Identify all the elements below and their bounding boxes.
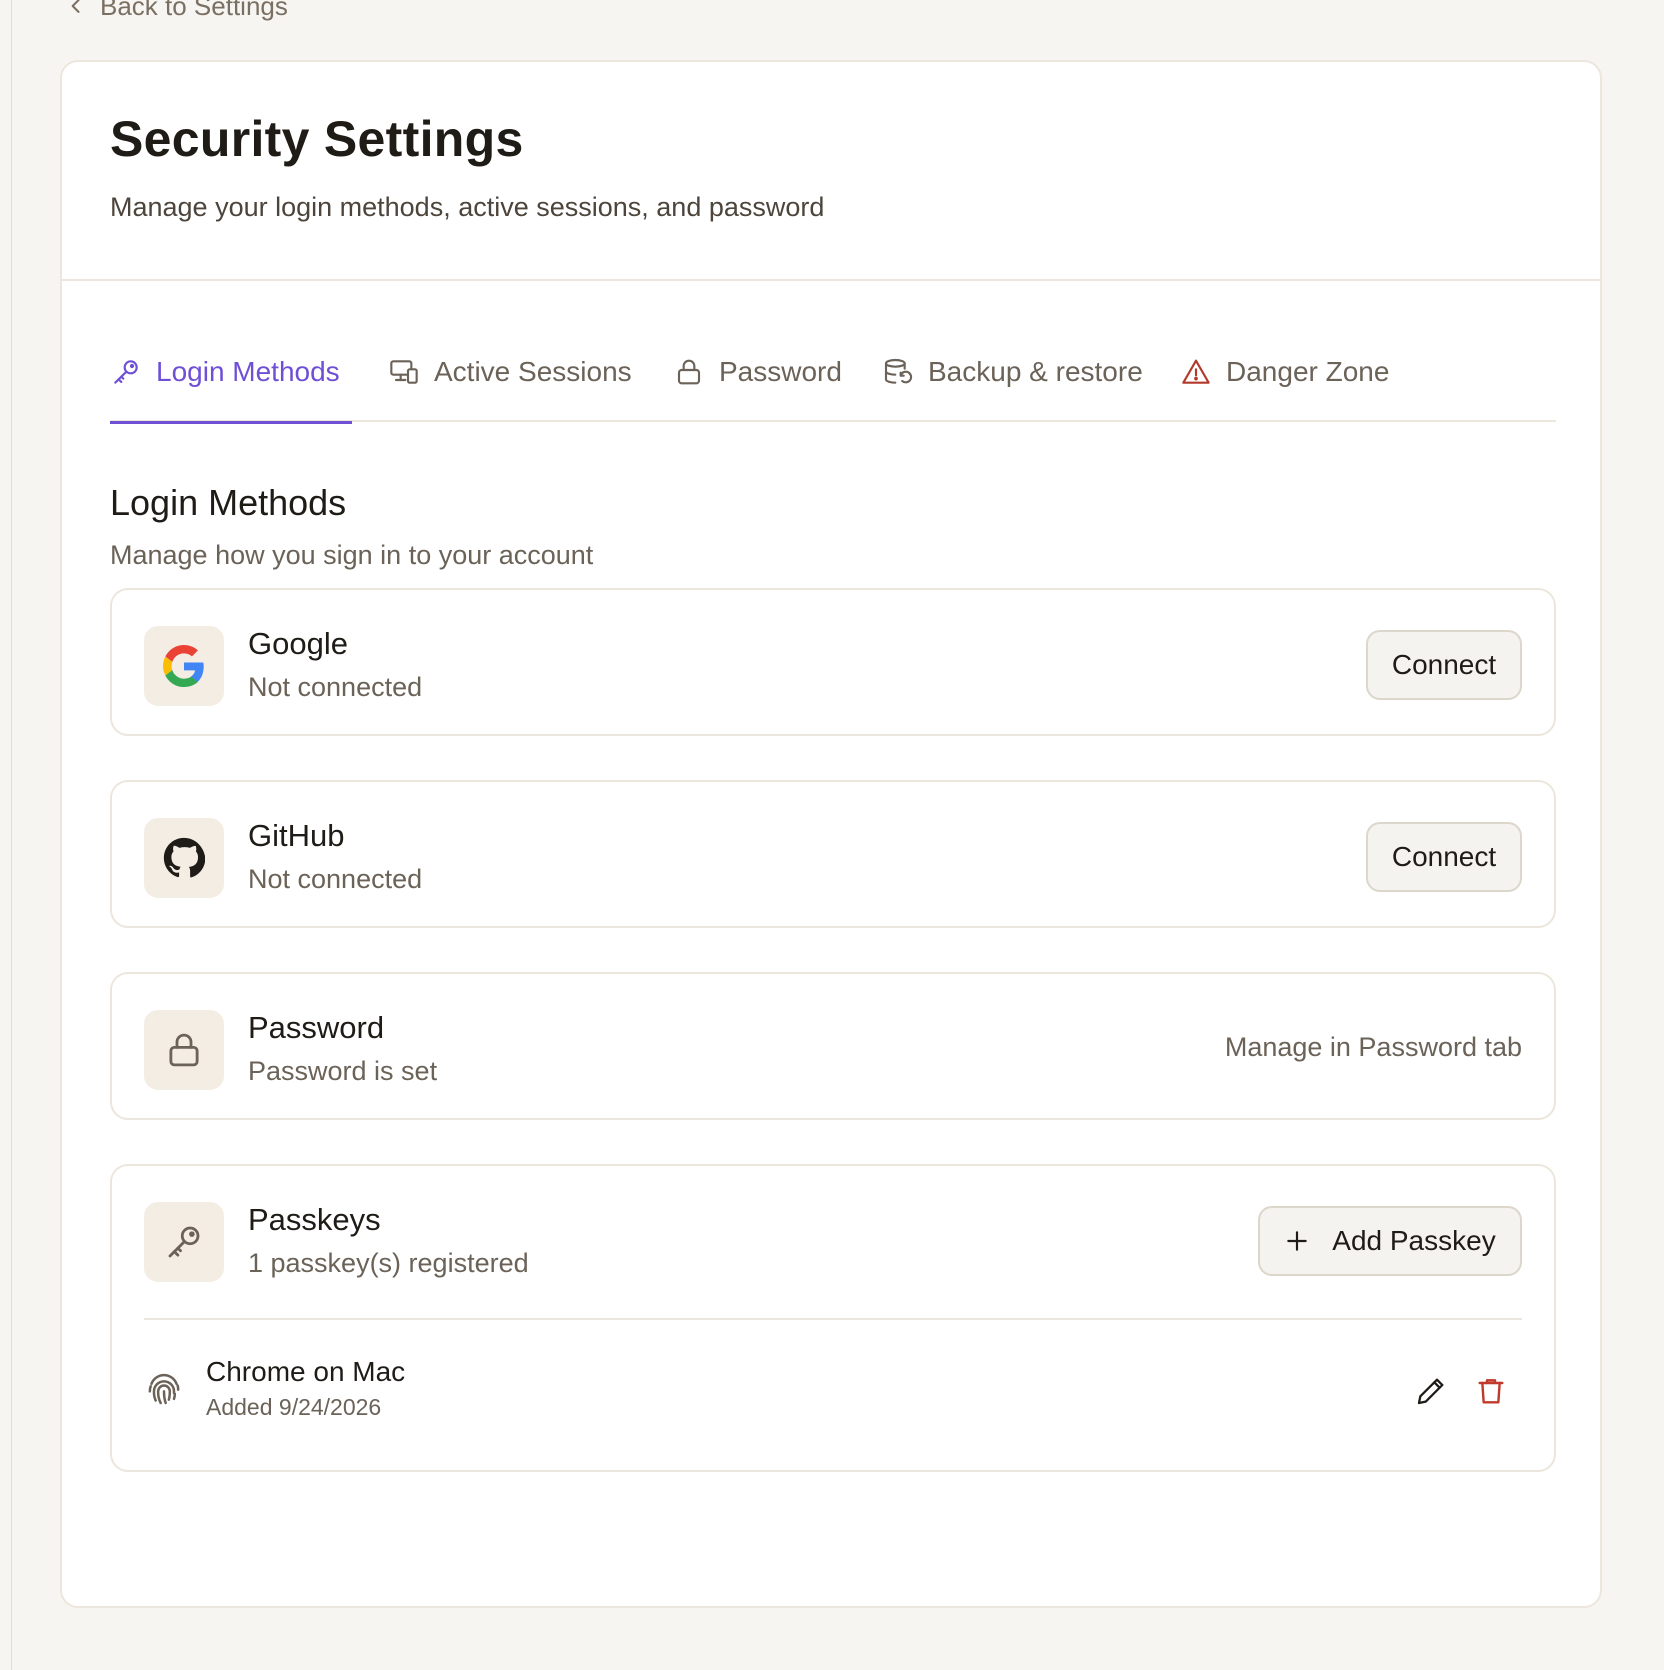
page-subtitle: Manage your login methods, active sessio… <box>110 192 825 222</box>
tab-label: Password <box>719 356 842 387</box>
password-icon-tile <box>144 1010 224 1090</box>
lock-icon <box>677 359 701 385</box>
tab-label: Active Sessions <box>434 356 632 387</box>
edit-passkey-button[interactable] <box>1412 1372 1450 1410</box>
passkey-added-date: Added 9/24/2026 <box>206 1394 382 1420</box>
manage-password-note: Manage in Password tab <box>1224 1032 1522 1062</box>
section-subtitle: Manage how you sign in to your account <box>110 540 594 570</box>
method-name: Google <box>248 626 348 661</box>
method-name: Passkeys <box>248 1202 381 1237</box>
login-method-passkeys: Passkeys 1 passkey(s) registered Add Pas… <box>110 1164 1556 1472</box>
passkey-item: Chrome on Mac Added 9/24/2026 <box>144 1356 1522 1426</box>
page-title: Security Settings <box>110 111 524 167</box>
security-settings-card: Security Settings Manage your login meth… <box>60 60 1602 1608</box>
lock-icon <box>169 1033 199 1067</box>
tab-danger-zone[interactable]: Danger Zone <box>1180 322 1389 422</box>
pencil-icon <box>1417 1378 1444 1405</box>
method-status: 1 passkey(s) registered <box>248 1248 529 1278</box>
key-icon <box>114 360 138 384</box>
add-passkey-label: Add Passkey <box>1332 1225 1496 1256</box>
plus-icon <box>1287 1231 1308 1251</box>
tab-label: Login Methods <box>156 356 340 387</box>
fingerprint-icon <box>148 1373 180 1405</box>
method-status: Not connected <box>248 672 423 702</box>
method-name: Password <box>248 1010 385 1045</box>
back-link-label: Back to Settings <box>100 0 288 21</box>
section-title: Login Methods <box>110 482 347 523</box>
add-passkey-button[interactable]: Add Passkey <box>1258 1206 1522 1276</box>
database-restore-icon <box>884 358 913 384</box>
tab-backup-restore[interactable]: Backup & restore <box>882 322 1143 422</box>
login-method-google: Google Not connected Connect <box>110 588 1556 736</box>
devices-icon <box>390 360 418 384</box>
delete-passkey-button[interactable] <box>1472 1372 1510 1410</box>
login-method-password: Password Password is set Manage in Passw… <box>110 972 1556 1120</box>
tab-password[interactable]: Password <box>673 322 842 422</box>
passkeys-icon-tile <box>144 1202 224 1282</box>
github-icon-tile <box>144 818 224 898</box>
passkey-name: Chrome on Mac <box>206 1356 406 1387</box>
card-header: Security Settings Manage your login meth… <box>62 62 1600 281</box>
tab-label: Backup & restore <box>928 356 1143 387</box>
tab-bar: Login Methods Active Sessions Password B… <box>110 322 1556 424</box>
trash-icon <box>1478 1379 1504 1404</box>
back-to-settings-link[interactable]: Back to Settings <box>66 0 288 22</box>
github-icon <box>163 837 205 878</box>
method-status: Not connected <box>248 864 423 894</box>
page-left-border <box>11 0 12 1670</box>
tab-active-sessions[interactable]: Active Sessions <box>388 322 632 422</box>
tab-login-methods[interactable]: Login Methods <box>110 322 352 424</box>
google-icon-tile <box>144 626 224 706</box>
connect-google-button[interactable]: Connect <box>1366 630 1522 700</box>
passkeys-divider <box>144 1318 1522 1320</box>
login-method-github: GitHub Not connected Connect <box>110 780 1556 928</box>
tab-label: Danger Zone <box>1226 356 1390 387</box>
key-icon <box>168 1226 200 1258</box>
method-status: Password is set <box>248 1056 438 1086</box>
chevron-left-icon <box>71 0 80 13</box>
google-icon <box>163 645 204 687</box>
warning-icon <box>1182 359 1210 384</box>
method-name: GitHub <box>248 818 345 853</box>
connect-github-button[interactable]: Connect <box>1366 822 1522 892</box>
